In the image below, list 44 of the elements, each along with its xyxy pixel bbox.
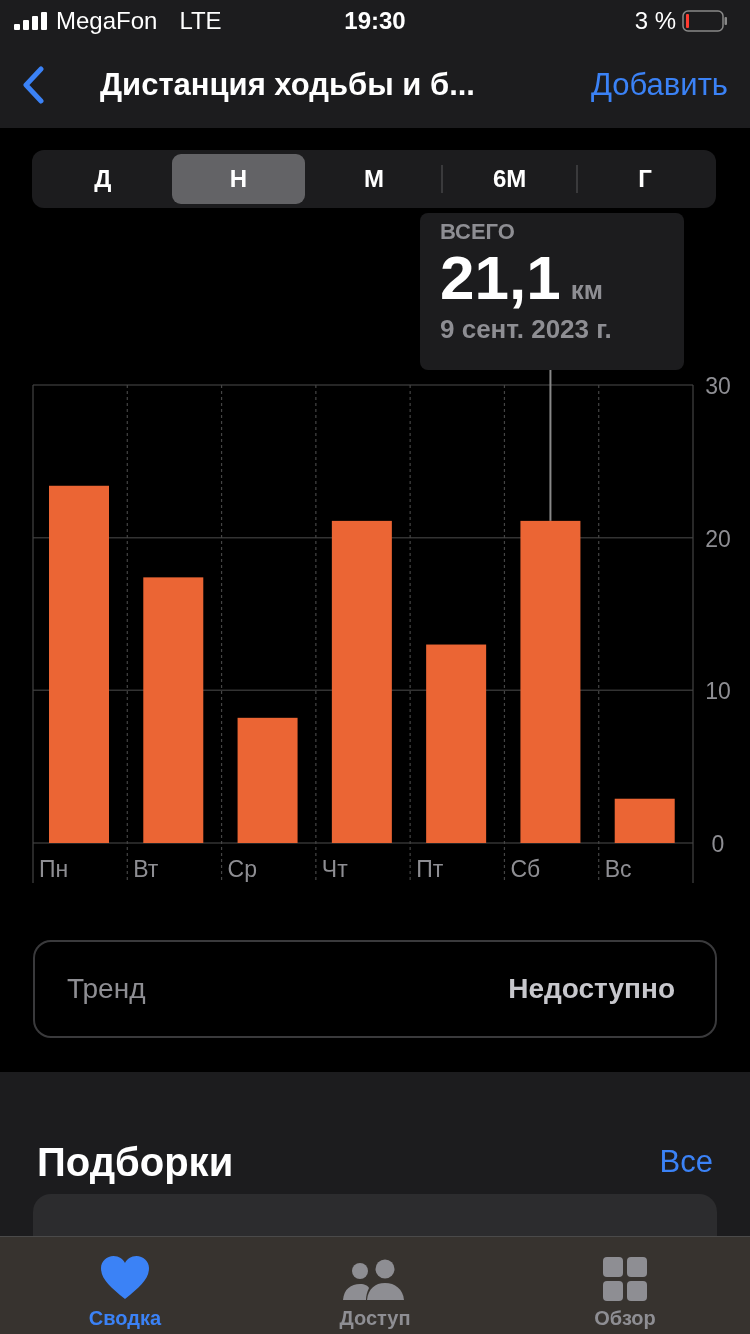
network-type: LTE: [179, 7, 222, 35]
y-axis-label: 0: [711, 831, 725, 857]
tooltip-value: 21,1: [440, 245, 561, 311]
back-icon[interactable]: [22, 66, 44, 104]
tooltip-unit: км: [570, 275, 603, 306]
chart-bar[interactable]: [520, 520, 581, 843]
x-axis-label: Вт: [133, 856, 159, 882]
period-tab[interactable]: Н: [171, 154, 306, 204]
x-axis-label: Вс: [604, 856, 632, 882]
battery-percent: 3 %: [634, 7, 676, 35]
trend-value: Недоступно: [508, 973, 675, 1005]
tooltip-date: 9 сент. 2023 г.: [440, 314, 613, 346]
tooltip-label: ВСЕГО: [440, 219, 516, 245]
y-axis-label: 10: [705, 678, 731, 705]
y-axis-label: 20: [705, 525, 731, 552]
heart-icon: [100, 1255, 150, 1301]
x-axis-label: Пт: [416, 856, 444, 882]
x-axis-label: Ср: [227, 856, 257, 882]
carrier-name: MegaFon: [56, 7, 158, 35]
y-axis-label: 30: [705, 373, 731, 399]
chart-bar[interactable]: [143, 577, 204, 843]
chart-bar[interactable]: [426, 644, 487, 843]
period-tab[interactable]: Д: [36, 154, 170, 204]
period-tab[interactable]: М: [307, 154, 441, 204]
battery-icon: [682, 10, 728, 32]
people-icon: [343, 1259, 407, 1301]
period-tab[interactable]: 6М: [442, 154, 577, 204]
tab-bar-item[interactable]: Обзор: [530, 1237, 720, 1334]
clock-time: 19:30: [343, 7, 407, 35]
add-button[interactable]: Добавить: [591, 67, 728, 103]
signal-icon: [14, 12, 48, 30]
period-tab[interactable]: Г: [578, 154, 712, 204]
section-heading: Подборки: [37, 1139, 234, 1185]
x-axis-label: Чт: [321, 856, 348, 882]
trend-label: Тренд: [67, 973, 146, 1005]
x-axis-label: Сб: [510, 856, 541, 882]
chart-bar[interactable]: [237, 717, 298, 843]
tab-bar-item[interactable]: Доступ: [280, 1237, 470, 1334]
chart-bar[interactable]: [614, 798, 675, 843]
page-title: Дистанция ходьбы и б...: [100, 67, 476, 103]
grid-icon: [603, 1257, 647, 1301]
tab-bar-item[interactable]: Сводка: [30, 1237, 220, 1334]
x-axis-label: Пн: [39, 856, 69, 882]
see-all-link[interactable]: Все: [659, 1144, 713, 1180]
